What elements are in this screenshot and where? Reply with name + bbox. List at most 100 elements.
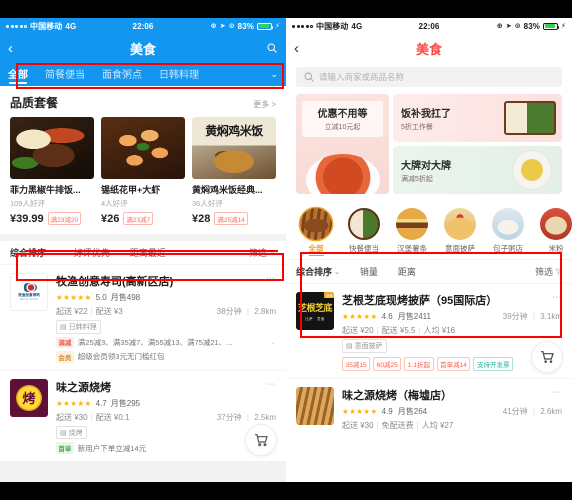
promo-badge-first-order: 首单	[56, 442, 74, 454]
quality-set-meal-section: 品质套餐 更多 > 菲力黑椒牛排饭... 109人好评 ¥39.99 满23减2…	[0, 86, 286, 234]
divider: |	[246, 307, 249, 316]
search-input[interactable]: 请输入商家或商品名称	[296, 67, 562, 87]
search-bar-container: 请输入商家或商品名称	[286, 62, 572, 94]
shop-rating-row: ★★★★★ 4.9 月售264 41分钟 | 2.6km	[342, 406, 562, 417]
shopping-cart-button[interactable]	[532, 341, 562, 372]
coupon-badge: 60减25	[373, 356, 402, 371]
star-rating-icon: ★★★★★	[56, 398, 92, 408]
tab-japanese-korean[interactable]: 日韩料理	[159, 66, 199, 83]
category-tag: ▤ 烧烤	[56, 425, 87, 440]
back-icon[interactable]: ‹	[8, 41, 13, 56]
promo-banner-meal-subsidy[interactable]: 饭补我扛了 5折工作餐	[393, 94, 562, 142]
category-item-bun-porridge[interactable]: 包子粥店	[484, 208, 532, 256]
monthly-sales: 月售295	[110, 398, 141, 408]
alarm-icon: ⊕	[496, 23, 503, 30]
coupon-badge: 首单减14	[436, 356, 471, 371]
promo-banner-brand-vs-brand[interactable]: 大牌对大牌 满减5折起	[393, 146, 562, 194]
category-item-pasta-pizza[interactable]: 意面披萨	[436, 208, 484, 256]
average-price: 人均 ¥16	[423, 326, 456, 335]
dish-name: 菲力黑椒牛排饭...	[10, 185, 81, 195]
coupon-badge: 1.1折起	[404, 356, 434, 371]
filter-more-button[interactable]: 筛选	[249, 246, 276, 259]
promo-banner-text: 优惠不用等 立减10元起	[302, 101, 383, 137]
shop-list-item[interactable]: 品牌 芝根芝底 比萨 · 意面 芝根芝底现烤披萨（95国际店） ⋯ ★★★★★ …	[286, 283, 572, 378]
tab-simple-meal[interactable]: 简餐便当	[45, 66, 85, 83]
chevron-down-icon[interactable]: ⌄	[270, 338, 276, 346]
more-options-icon[interactable]: ⋯	[261, 273, 276, 284]
status-bar-left-group: 中国移动 4G	[6, 21, 76, 32]
delivery-fee: 配送 ¥5.5	[381, 326, 416, 335]
right-sort-filter-bar[interactable]: 综合排序 ⌄ 销量 距离 筛选	[286, 259, 572, 283]
promo-banner-title: 优惠不用等	[317, 109, 368, 120]
shop-list-item[interactable]: 牧渔创意寿司 MUYU SUSHI 牧渔创意寿司(高新区店) ⋯ ★★★★★ 5…	[0, 264, 286, 370]
shopping-cart-button[interactable]	[246, 424, 276, 455]
category-label: 米粉	[548, 244, 564, 253]
category-label: 汉堡薯条	[397, 244, 427, 253]
divider: |	[90, 307, 93, 316]
star-rating-icon: ★★★★★	[56, 293, 92, 302]
shop-delivery-row: 起送 ¥20 | 配送 ¥5.5 | 人均 ¥16	[342, 325, 562, 336]
back-icon[interactable]: ‹	[294, 41, 299, 56]
coupon-badge: 支持开发票	[473, 356, 514, 371]
left-content-scroll[interactable]: 品质套餐 更多 > 菲力黑椒牛排饭... 109人好评 ¥39.99 满23减2…	[0, 86, 286, 482]
dish-image	[101, 117, 185, 179]
category-tag-label: 日韩料理	[68, 323, 97, 331]
shop-list-item[interactable]: 味之源烧烤（梅墟店） ⋯ ★★★★★ 4.9 月售264 41分钟 | 2.6k…	[286, 377, 572, 438]
shop-list-item[interactable]: 烤 味之源烧烤 ⋯ ★★★★★ 4.7 月售295 起送 ¥30 | 配送 ¥0…	[0, 369, 286, 461]
filter-comprehensive-sort[interactable]: 综合排序 ⌄	[296, 265, 340, 278]
pasta-plate-image	[512, 150, 552, 190]
search-icon[interactable]	[266, 42, 278, 54]
category-item-fast-food[interactable]: 快餐便当	[340, 208, 388, 256]
category-label: 意面披萨	[445, 244, 475, 253]
delivery-eta-distance: 37分钟 | 2.5km	[217, 412, 276, 423]
filter-good-reviews-first[interactable]: 好评优先	[74, 246, 110, 259]
delivery-eta-distance: 38分钟 | 2.8km	[217, 306, 276, 317]
promo-text: 满25减3、满35减7、满55减13、满75减21、...	[77, 337, 233, 347]
more-options-icon[interactable]: ⋯	[547, 387, 562, 398]
status-bar-left: 中国移动 4G 22:06 ⊕ ➤ ⊙ 83% ⚡	[0, 18, 286, 34]
shop-category-row: ▤ 日韩料理	[56, 320, 276, 334]
min-order: 起送 ¥30	[56, 412, 88, 422]
section-more-link[interactable]: 更多 >	[253, 99, 276, 110]
page-title: 美食	[415, 41, 442, 57]
right-navbar: ‹ 美食	[286, 34, 572, 62]
left-sort-filter-bar[interactable]: 综合排序 ⌄ 好评优先 距离最近 筛选	[0, 240, 286, 264]
filter-sales-volume[interactable]: 销量	[360, 265, 378, 278]
left-category-tabs[interactable]: 全部 简餐便当 面食粥点 日韩料理 ⌄	[0, 62, 286, 86]
chevron-down-icon[interactable]: ⌄	[270, 69, 278, 80]
filter-comprehensive-sort[interactable]: 综合排序 ⌄	[10, 246, 54, 259]
filter-distance[interactable]: 距离	[398, 265, 416, 278]
dish-card[interactable]: 菲力黑椒牛排饭... 109人好评 ¥39.99 满23减20	[10, 117, 94, 225]
category-item-burger-fries[interactable]: 汉堡薯条	[388, 208, 436, 256]
shop-name: 味之源烧烤	[56, 381, 111, 394]
category-item-rice-noodle[interactable]: 米粉	[532, 208, 572, 256]
shop-category-row: ▤ 意面披萨	[342, 339, 562, 353]
right-category-icons[interactable]: 全部 快餐便当 汉堡薯条 意面披萨 包子粥店 米粉	[286, 202, 572, 259]
promo-badge-manjian: 满减	[56, 336, 74, 349]
shop-info: 味之源烧烤 ⋯ ★★★★★ 4.7 月售295 起送 ¥30 | 配送 ¥0.1…	[48, 379, 276, 454]
section-header: 品质套餐 更多 >	[0, 86, 286, 117]
filter-more-button[interactable]: 筛选	[535, 265, 562, 278]
shop-rating-row: ★★★★★ 4.6 月售2411 39分钟 | 3.1km	[342, 311, 562, 322]
status-bar-right: 中国移动 4G 22:06 ⊕ ➤ ⊙ 83% ⚡	[286, 18, 572, 34]
dish-card[interactable]: 锡纸花甲+大虾 4人好评 ¥26 满23减7	[101, 117, 185, 225]
more-options-icon[interactable]: ⋯	[261, 379, 276, 390]
chevron-down-icon: ⌄	[334, 268, 340, 276]
carrier-label: 中国移动	[30, 21, 63, 31]
dish-image	[192, 117, 276, 179]
category-item-all[interactable]: 全部	[292, 208, 340, 256]
logo-text-cn: 烤	[16, 384, 42, 411]
filter-nearest-distance[interactable]: 距离最近	[130, 246, 166, 259]
tab-noodle-porridge[interactable]: 面食粥点	[102, 66, 142, 83]
shop-promo-row: 首单 新用户下单立减14元	[56, 442, 276, 454]
delivery-eta-distance: 39分钟 | 3.1km	[503, 311, 562, 322]
promo-banner-text: 饭补我扛了 5折工作餐	[401, 105, 451, 132]
tab-all[interactable]: 全部	[8, 66, 28, 83]
promo-banner-discount[interactable]: 优惠不用等 立减10元起	[296, 94, 389, 194]
shop-rating-row: ★★★★★ 5.0 月售498	[56, 292, 276, 303]
more-options-icon[interactable]: ⋯	[547, 292, 562, 303]
tag-icon: ▤	[60, 323, 67, 331]
category-tag: ▤ 日韩料理	[56, 320, 101, 334]
rating-value: 4.7	[95, 398, 107, 408]
dish-card[interactable]: 黄焖鸡米饭经典... 36人好评 ¥28 满25减14	[192, 117, 276, 225]
